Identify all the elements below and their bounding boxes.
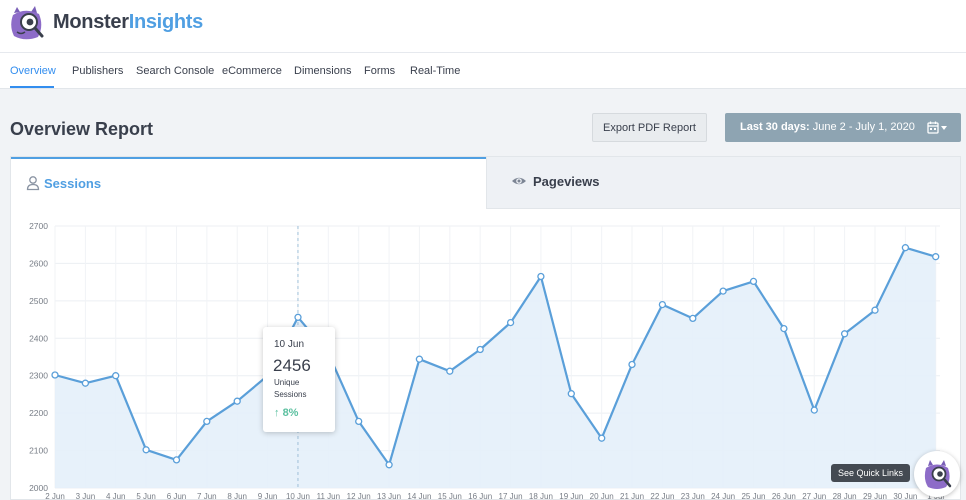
- data-point: [840, 330, 849, 338]
- arrow-up-icon: ↑: [274, 407, 280, 419]
- x-tick-label: 14 Jun: [407, 492, 431, 500]
- x-tick-label: 22 Jun: [650, 492, 674, 500]
- data-point: [385, 461, 393, 469]
- tooltip-value: 2456: [273, 356, 311, 375]
- tooltip-change: ↑ 8%: [274, 407, 298, 419]
- data-point: [355, 417, 363, 426]
- y-tick-label: 2600: [29, 258, 48, 268]
- y-tick-label: 2200: [29, 408, 48, 418]
- data-point: [294, 313, 302, 321]
- x-tick-label: 3 Jun: [76, 492, 96, 500]
- data-point: [780, 324, 788, 333]
- data-point: [112, 372, 120, 380]
- data-point: [932, 253, 940, 261]
- quick-links-button[interactable]: [914, 451, 960, 497]
- y-tick-label: 2400: [29, 333, 48, 343]
- data-point: [233, 397, 241, 405]
- data-point: [628, 360, 636, 369]
- data-point: [51, 371, 59, 379]
- data-point: [537, 272, 545, 281]
- x-tick-label: 29 Jun: [863, 492, 887, 500]
- x-tick-label: 21 Jun: [620, 492, 644, 500]
- data-point: [172, 456, 181, 464]
- x-tick-label: 24 Jun: [711, 492, 735, 500]
- data-point: [871, 306, 879, 314]
- x-tick-label: 27 Jun: [802, 492, 826, 500]
- chart-tooltip: 10 Jun 2456 Unique Sessions ↑ 8%: [263, 327, 335, 432]
- x-tick-label: 28 Jun: [833, 492, 857, 500]
- sessions-area-chart: 200021002200230024002500260027002 Jun 3 J…: [29, 221, 944, 500]
- series-area: [55, 247, 936, 488]
- x-tick-label: 10 Jun: [286, 492, 310, 500]
- x-tick-label: 16 Jun: [468, 492, 492, 500]
- x-tick-label: 30 Jun: [893, 492, 917, 500]
- data-point: [749, 277, 758, 286]
- x-tick-label: 2 Jun: [45, 492, 65, 500]
- y-tick-label: 2700: [29, 221, 48, 231]
- data-point: [901, 244, 910, 252]
- quick-links-label[interactable]: See Quick Links: [831, 464, 910, 482]
- data-point: [142, 446, 150, 454]
- x-tick-label: 20 Jun: [590, 492, 614, 500]
- x-tick-label: 8 Jun: [227, 492, 247, 500]
- x-tick-label: 13 Jun: [377, 492, 401, 500]
- data-point: [506, 318, 515, 327]
- data-point: [81, 379, 90, 387]
- data-point: [446, 367, 454, 375]
- monster-mascot-icon: [924, 460, 952, 489]
- tooltip-label: Unique Sessions: [274, 378, 307, 399]
- x-tick-label: 7 Jun: [197, 492, 217, 500]
- x-tick-label: 17 Jun: [499, 492, 523, 500]
- x-tick-label: 18 Jun: [529, 492, 553, 500]
- x-tick-label: 19 Jun: [559, 492, 583, 500]
- y-tick-label: 2300: [29, 371, 48, 381]
- data-point: [810, 406, 818, 414]
- x-tick-label: 5 Jun: [136, 492, 156, 500]
- data-point: [598, 434, 606, 442]
- x-tick-label: 11 Jun: [317, 492, 340, 500]
- y-tick-label: 2100: [29, 446, 48, 456]
- x-tick-label: 15 Jun: [438, 492, 462, 500]
- x-tick-label: 23 Jun: [681, 492, 705, 500]
- data-point: [719, 287, 727, 295]
- x-tick-label: 26 Jun: [772, 492, 796, 500]
- data-point: [658, 300, 667, 309]
- x-tick-label: 12 Jun: [347, 492, 371, 500]
- x-tick-label: 25 Jun: [741, 492, 765, 500]
- data-point: [203, 417, 211, 426]
- y-tick-label: 2500: [29, 296, 48, 306]
- tooltip-date: 10 Jun: [274, 339, 305, 350]
- tooltip-change-value: 8%: [282, 407, 299, 419]
- data-point: [415, 355, 424, 363]
- data-point: [567, 390, 575, 398]
- x-tick-label: 9 Jun: [258, 492, 278, 500]
- x-tick-label: 4 Jun: [106, 492, 126, 500]
- x-tick-label: 6 Jun: [167, 492, 187, 500]
- data-point: [476, 345, 484, 354]
- data-point: [689, 314, 697, 323]
